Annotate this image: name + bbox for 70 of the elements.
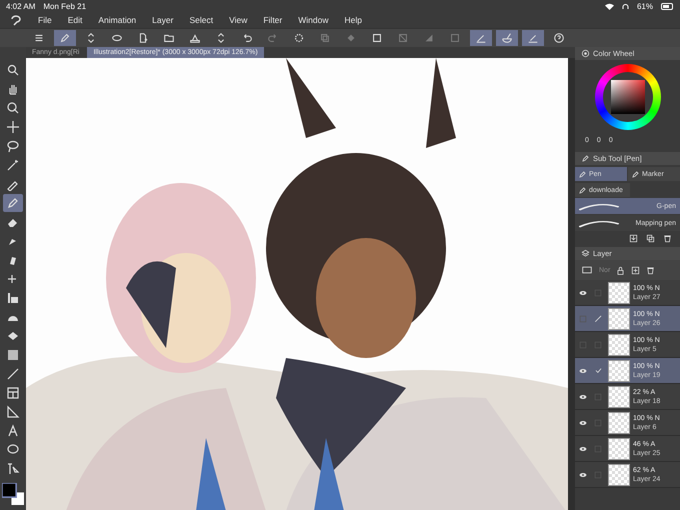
headphones-icon xyxy=(622,2,629,10)
menu-item[interactable]: Layer xyxy=(152,15,174,25)
copy-icon[interactable] xyxy=(646,234,655,243)
cross-box-icon xyxy=(397,32,409,44)
menu-item[interactable]: Select xyxy=(189,15,214,25)
help-icon xyxy=(553,32,565,44)
undo-icon xyxy=(241,32,253,44)
folder-icon xyxy=(163,32,175,44)
color-swatch-icon[interactable] xyxy=(2,483,24,505)
layer-thumbnail xyxy=(608,308,630,330)
menu-item[interactable]: Animation xyxy=(98,15,136,25)
download-icon[interactable] xyxy=(629,234,638,243)
frame-icon xyxy=(6,386,20,400)
pen-icon xyxy=(6,196,20,210)
lock-icon[interactable] xyxy=(616,266,626,274)
move-icon xyxy=(6,120,20,134)
new-layer-icon[interactable] xyxy=(631,266,640,274)
menu-item[interactable]: File xyxy=(38,15,52,25)
tool-button[interactable] xyxy=(3,194,23,212)
frame-icon[interactable] xyxy=(581,265,593,275)
layer-thumbnail xyxy=(608,386,630,408)
transform-icon xyxy=(371,32,383,44)
layer-thumbnail xyxy=(608,360,630,382)
square-icon xyxy=(449,32,461,44)
toolbar-button[interactable] xyxy=(54,30,76,46)
pen-icon xyxy=(59,32,71,44)
layer-thumbnail xyxy=(608,438,630,460)
layers-icon xyxy=(319,32,331,44)
layer-thumbnail xyxy=(608,464,630,486)
menu-item[interactable]: View xyxy=(229,15,248,25)
wifi-icon xyxy=(604,2,614,10)
toolbar-button[interactable] xyxy=(496,30,518,46)
new-file-icon xyxy=(137,32,149,44)
text-icon xyxy=(6,424,20,438)
record-icon xyxy=(581,49,590,58)
app-logo-icon[interactable] xyxy=(10,14,22,26)
line-icon xyxy=(6,367,20,381)
menu-item[interactable]: Window xyxy=(298,15,328,25)
menu-item[interactable]: Edit xyxy=(68,15,82,25)
menu-icon xyxy=(33,32,45,44)
lasso-icon xyxy=(6,139,20,153)
zoom-cursor-icon xyxy=(6,101,20,115)
menu-item[interactable]: Help xyxy=(344,15,362,25)
stroke-preview-icon xyxy=(579,218,619,228)
trash-icon[interactable] xyxy=(646,266,656,274)
layer-thumbnail xyxy=(608,282,630,304)
clock: 4:02 AM xyxy=(6,2,36,10)
up-down-arrows-icon xyxy=(85,32,97,44)
up-down-arrows-icon xyxy=(215,32,227,44)
date: Mon Feb 21 xyxy=(43,2,86,10)
search-icon xyxy=(6,63,20,77)
redo-icon xyxy=(267,32,279,44)
layer-thumbnail xyxy=(608,334,630,356)
check-icon[interactable] xyxy=(594,366,602,375)
spinner-icon xyxy=(293,32,305,44)
color-square[interactable] xyxy=(610,80,644,114)
trash-icon[interactable] xyxy=(663,234,672,243)
save-icon xyxy=(189,32,201,44)
stroke-preview-icon xyxy=(579,201,619,211)
menu-item[interactable]: Filter xyxy=(263,15,282,25)
select-object-icon xyxy=(6,462,20,476)
pen-icon[interactable] xyxy=(594,314,602,323)
wand-icon xyxy=(6,158,20,172)
battery-level: 61% xyxy=(636,2,653,10)
ruler-pen-icon xyxy=(475,32,487,44)
layers-icon xyxy=(581,249,590,258)
battery-icon xyxy=(661,2,674,10)
pen-icon xyxy=(631,170,640,178)
layer-thumbnail xyxy=(608,412,630,434)
pen-line-icon xyxy=(527,32,539,44)
